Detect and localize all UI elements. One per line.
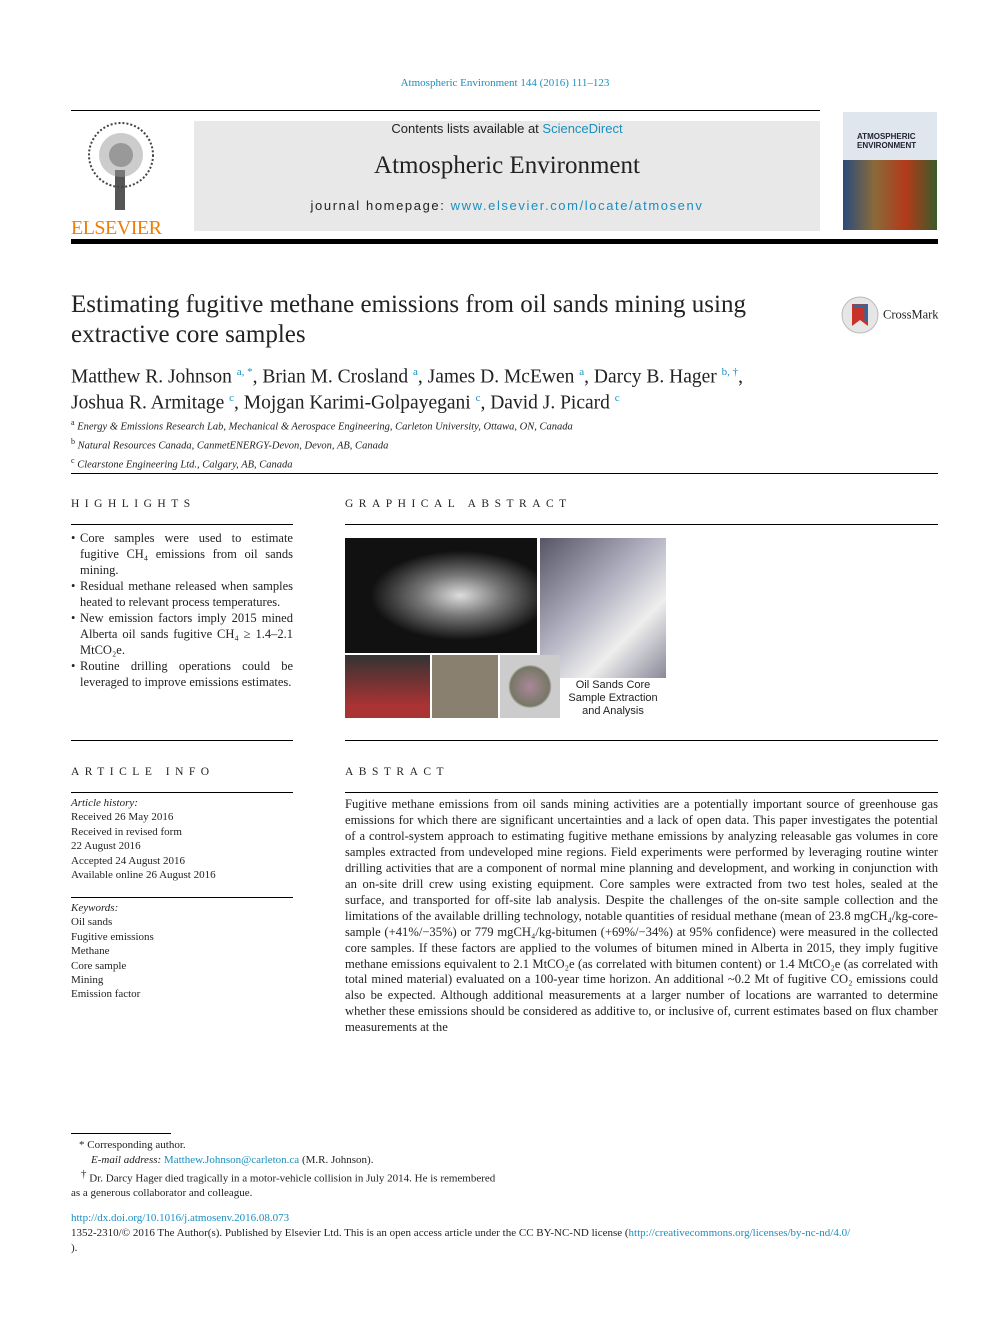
keyword: Oil sands <box>71 916 113 929</box>
email-suffix: (M.R. Johnson). <box>299 1153 374 1166</box>
license-text: 1352-2310/© 2016 The Author(s). Publishe… <box>71 1227 629 1239</box>
divider <box>71 740 293 741</box>
author-affiliation-mark[interactable]: a <box>579 366 584 378</box>
homepage-label: journal homepage: <box>310 198 451 213</box>
affiliation: b Natural Resources Canada, CanmetENERGY… <box>71 435 573 454</box>
crossmark-label: CrossMark <box>883 307 939 322</box>
affiliations: a Energy & Emissions Research Lab, Mecha… <box>71 416 573 473</box>
keywords: Keywords: Oil sands Fugitive emissions Meth… <box>71 901 154 1002</box>
affiliation: a Energy & Emissions Research Lab, Mecha… <box>71 416 573 435</box>
article-title: Estimating fugitive methane emissions fr… <box>71 291 746 348</box>
highlight-item: Routine drilling operations could be lev… <box>71 658 293 690</box>
keywords-label: Keywords: <box>71 902 119 914</box>
author: Joshua R. Armitage <box>71 392 225 413</box>
author-affiliation-mark[interactable]: a <box>413 366 418 378</box>
author: David J. Picard <box>490 392 610 413</box>
crossmark-badge[interactable]: CrossMark <box>841 296 939 334</box>
dagger-note: Dr. Darcy Hager died tragically in a mot… <box>71 1172 496 1200</box>
cover-title: ATMOSPHERIC ENVIRONMENT <box>857 132 917 150</box>
article-history: Article history: Received 26 May 2016 Rece… <box>71 796 216 882</box>
history-entry: Available online 26 August 2016 <box>71 869 216 882</box>
author: Matthew R. Johnson <box>71 366 232 388</box>
divider <box>345 524 938 525</box>
keyword: Mining <box>71 974 104 987</box>
doi-license: http://dx.doi.org/10.1016/j.atmosenv.201… <box>71 1211 941 1256</box>
affiliation-text: Energy & Emissions Research Lab, Mechani… <box>77 421 573 433</box>
paper-page: Atmospheric Environment 144 (2016) 111–1… <box>0 0 992 1323</box>
history-entry: Received in revised form <box>71 825 182 838</box>
history-entry: 22 August 2016 <box>71 840 141 853</box>
email-link[interactable]: Matthew.Johnson@carleton.ca <box>164 1154 299 1166</box>
journal-ref-link[interactable]: Atmospheric Environment 144 (2016) 111–1… <box>401 77 610 89</box>
divider <box>71 792 293 793</box>
homepage-link[interactable]: www.elsevier.com/locate/atmosenv <box>451 198 704 213</box>
affiliation-mark: a <box>71 418 75 427</box>
abstract-text: Fugitive methane emissions from oil sand… <box>345 797 938 1035</box>
keyword: Fugitive emissions <box>71 930 154 943</box>
highlights-heading: HIGHLIGHTS <box>71 498 196 510</box>
affiliation-text: Natural Resources Canada, CanmetENERGY-D… <box>77 440 389 452</box>
divider <box>71 473 938 474</box>
affiliation-mark: c <box>71 456 75 466</box>
affiliation-text: Clearstone Engineering Ltd., Calgary, AB… <box>77 459 293 471</box>
affiliation-mark: b <box>71 437 75 447</box>
graphical-abstract-heading: GRAPHICAL ABSTRACT <box>345 498 572 510</box>
author-affiliation-mark[interactable]: b, † <box>722 366 739 378</box>
affiliation: c Clearstone Engineering Ltd., Calgary, … <box>71 454 573 473</box>
journal-banner: Contents lists available at ScienceDirec… <box>194 121 820 231</box>
crossmark-icon <box>841 296 879 334</box>
sciencedirect-link[interactable]: ScienceDirect <box>542 121 622 136</box>
journal-title: Atmospheric Environment <box>374 152 640 179</box>
history-entry: Received 26 May 2016 <box>71 811 174 824</box>
author: James D. McEwen <box>427 366 575 388</box>
abstract-heading: ABSTRACT <box>345 766 450 778</box>
contents-label: Contents lists available at <box>391 121 543 136</box>
divider <box>71 110 820 111</box>
keyword: Emission factor <box>71 988 141 1001</box>
email-label: E-mail address: <box>91 1153 164 1166</box>
tree-logo-icon <box>88 122 154 210</box>
footnote-rule <box>71 1133 171 1134</box>
author-affiliation-mark[interactable]: c <box>476 392 481 404</box>
author: Darcy B. Hager <box>593 366 717 388</box>
keyword: Methane <box>71 945 110 958</box>
author: Mojgan Karimi-Golpayegani <box>243 392 471 413</box>
highlight-item: New emission factors imply 2015 mined Al… <box>71 610 293 658</box>
elsevier-wordmark: ELSEVIER <box>71 217 162 239</box>
graphical-abstract-image: Oil Sands Core Sample Extraction and Ana… <box>345 538 667 718</box>
corresponding-note: Corresponding author. <box>87 1139 186 1151</box>
doi-link[interactable]: http://dx.doi.org/10.1016/j.atmosenv.201… <box>71 1212 289 1224</box>
history-entry: Accepted 24 August 2016 <box>71 854 185 867</box>
author-affiliation-mark[interactable]: c <box>615 392 620 404</box>
divider <box>71 524 293 525</box>
header-rule <box>71 239 938 244</box>
highlight-item: Residual methane released when samples h… <box>71 578 293 610</box>
journal-reference[interactable]: Atmospheric Environment 144 (2016) 111–1… <box>0 77 992 89</box>
divider <box>345 740 938 741</box>
article-info-heading: ARTICLE INFO <box>71 766 215 778</box>
highlight-item: Core samples were used to estimate fugit… <box>71 530 293 578</box>
divider <box>71 897 293 898</box>
author: Brian M. Crosland <box>262 366 409 388</box>
license-end: ). <box>71 1242 78 1254</box>
license-link[interactable]: http://creativecommons.org/licenses/by-n… <box>629 1227 851 1239</box>
footnotes: * Corresponding author. E-mail address: … <box>71 1139 496 1200</box>
author-list: Matthew R. Johnson a, *, Brian M. Crosla… <box>71 366 744 413</box>
author-affiliation-mark[interactable]: a, * <box>237 366 253 378</box>
highlights-list: Core samples were used to estimate fugit… <box>71 530 293 690</box>
keyword: Core sample <box>71 959 127 972</box>
divider <box>345 792 938 793</box>
history-label: Article history: <box>71 797 138 809</box>
author-affiliation-mark[interactable]: c <box>229 392 234 404</box>
journal-cover: ATMOSPHERIC ENVIRONMENT <box>843 112 937 230</box>
graphical-abstract-caption: Oil Sands Core Sample Extraction and Ana… <box>568 679 658 717</box>
elsevier-logo: ELSEVIER <box>71 120 171 239</box>
